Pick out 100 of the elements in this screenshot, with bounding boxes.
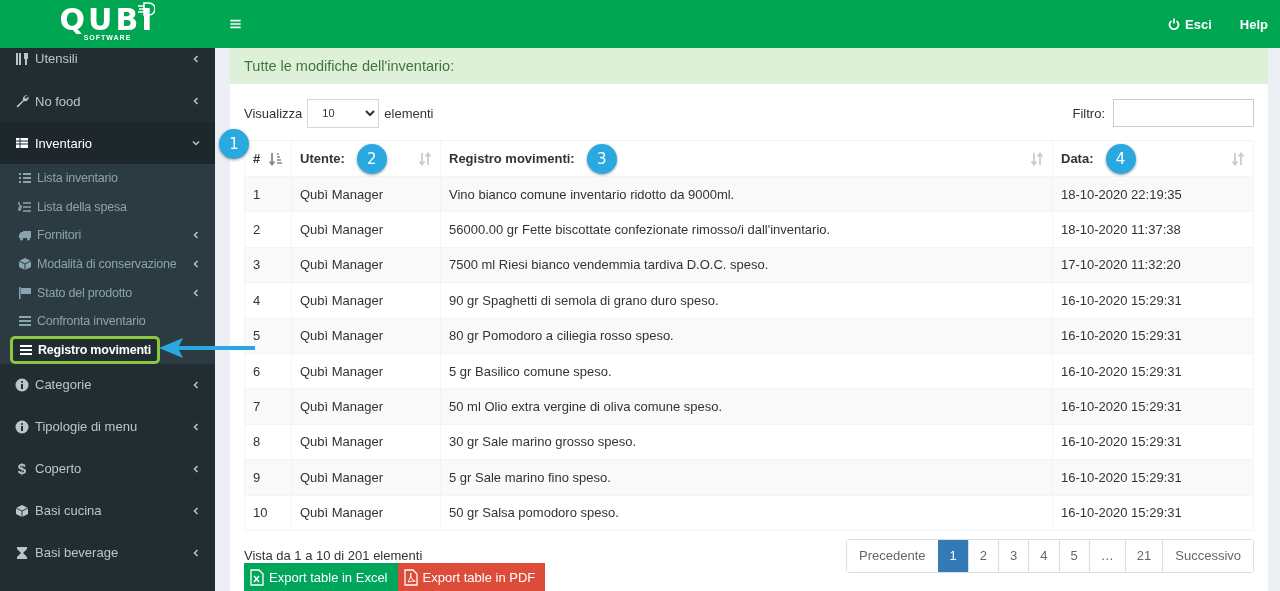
filter-label: Filtro: (1072, 105, 1105, 121)
page-link[interactable]: 1 (937, 539, 968, 572)
table-cell: Qubì Manager (291, 282, 441, 319)
sidebar-item[interactable]: Inventario (0, 122, 215, 164)
table-cell: Qubì Manager (291, 353, 441, 389)
panel-title: Tutte le modifiche dell'inventario: (230, 48, 1268, 84)
table-cell: 16-10-2020 15:29:31 (1052, 353, 1254, 389)
table-cell: 6 (244, 353, 292, 389)
callout-badge: 2 (356, 143, 387, 174)
sidebar-item[interactable]: Basi cucina (0, 489, 215, 532)
page-size-select[interactable]: 10 (307, 98, 380, 128)
submenu-item[interactable]: Stato del prodotto (0, 278, 215, 307)
table-cell: 18-10-2020 11:37:38 (1052, 211, 1254, 248)
caret-icon (192, 380, 200, 389)
table-cell: Qubì Manager (291, 176, 441, 212)
callout-badge: 4 (1105, 143, 1136, 174)
submenu-item[interactable]: Registro movimenti (10, 335, 161, 364)
length-label: elementi (384, 105, 434, 121)
table-cell: 9 (244, 459, 292, 495)
table-cell: 4 (244, 282, 292, 319)
caret-icon (192, 139, 200, 147)
table-cell: 90 gr Spaghetti di semola di grano duro speso. (440, 282, 1053, 319)
table-cell: 80 gr Pomodoro a ciliegia rosso speso. (440, 318, 1053, 354)
caret-icon (192, 231, 200, 240)
table-cell: Qubì Manager (291, 424, 441, 460)
column-header[interactable]: # (244, 140, 292, 177)
table-cell: 2 (244, 211, 292, 248)
menu-icon (18, 314, 32, 329)
caret-icon (192, 464, 200, 473)
table-cell: 5 gr Basilico comune speso. (440, 353, 1053, 389)
numbered-list-icon (18, 199, 32, 214)
table-cell: 5 gr Sale marino fino speso. (440, 459, 1053, 495)
table-cell: 16-10-2020 15:29:31 (1052, 318, 1254, 354)
column-header[interactable]: Registro movimenti: 3 (440, 140, 1053, 177)
dollar-icon: $ (15, 460, 29, 478)
export-pdf-button[interactable]: Export table in PDF (397, 562, 546, 591)
table-cell: 16-10-2020 15:29:31 (1052, 282, 1254, 319)
table-cell: 8 (244, 424, 292, 460)
caret-icon (192, 422, 200, 431)
cube-icon (15, 503, 29, 518)
sidebar-item[interactable]: No food (0, 80, 215, 122)
help-link[interactable]: Help (1225, 0, 1268, 48)
length-label: Visualizza (244, 105, 303, 121)
table-info: Vista da 1 a 10 di 201 elementi (244, 546, 424, 563)
submenu-item[interactable]: Fornitori (0, 221, 215, 250)
table-cell: Qubì Manager (291, 211, 441, 248)
table-cell: 17-10-2020 11:32:20 (1052, 247, 1254, 283)
menu-toggle[interactable] (229, 18, 242, 30)
menu-icon (229, 18, 242, 30)
table-icon (15, 136, 29, 150)
table-cell: 16-10-2020 15:29:31 (1052, 388, 1254, 425)
sidebar-item[interactable]: Tipologie di menu (0, 405, 215, 448)
table-cell: 50 gr Salsa pomodoro speso. (440, 495, 1053, 531)
table-cell: Vino bianco comune inventario ridotto da 9000ml. (440, 176, 1053, 212)
table-cell: 1 (244, 176, 292, 212)
table-cell: 7500 ml Riesi bianco vendemmia tardiva D.O.C. speso. (440, 247, 1053, 283)
sidebar-item[interactable]: $ Coperto (0, 447, 215, 490)
sidebar-item[interactable]: Basi beverage (0, 531, 215, 574)
table-cell: 50 ml Olio extra vergine di oliva comune speso. (440, 388, 1053, 425)
menu-icon (19, 342, 33, 357)
column-header[interactable]: Data: 4 (1052, 140, 1254, 177)
info-icon (15, 377, 29, 392)
export-excel-button[interactable]: Export table in Excel (244, 562, 398, 591)
pagination-link[interactable]: Successivo (1162, 539, 1253, 572)
truck-icon (18, 228, 32, 243)
table-cell: Qubì Manager (291, 318, 441, 354)
caret-icon (192, 288, 200, 297)
pdf-file-icon (403, 568, 418, 586)
submenu-item[interactable]: Confronta inventario (0, 306, 215, 336)
table-cell: 16-10-2020 15:29:31 (1052, 459, 1254, 495)
caret-icon (192, 97, 200, 105)
cube-icon (18, 257, 32, 272)
caret-icon (192, 260, 200, 269)
table-cell: 3 (244, 247, 292, 283)
utensils-icon (15, 51, 29, 66)
caret-icon (192, 548, 200, 557)
table-cell: 18-10-2020 22:19:35 (1052, 176, 1254, 212)
list-icon (18, 171, 32, 186)
callout-badge: 1 (219, 129, 249, 159)
submenu-item[interactable]: Modalità di conservazione (0, 249, 215, 279)
column-header[interactable]: Utente: 2 (291, 140, 441, 177)
caret-icon (192, 54, 200, 63)
hourglass-icon (15, 545, 29, 560)
wrench-icon (15, 94, 29, 108)
table-cell: Qubì Manager (291, 459, 441, 495)
table-cell: Qubì Manager (291, 495, 441, 531)
table-cell: 16-10-2020 15:29:31 (1052, 424, 1254, 460)
sidebar-item[interactable]: Utensili (0, 48, 215, 80)
table-cell: 16-10-2020 15:29:31 (1052, 495, 1254, 531)
spreadsheet-file-icon (250, 568, 264, 586)
flag-icon (18, 285, 32, 300)
logout-link[interactable]: Esci (1154, 0, 1226, 48)
table-cell: Qubì Manager (291, 247, 441, 283)
table-cell: 30 gr Sale marino grosso speso. (440, 424, 1053, 460)
filter-field[interactable] (1113, 99, 1254, 127)
submenu-item[interactable]: Lista inventario (0, 164, 215, 193)
sidebar-item[interactable]: Categorie (0, 363, 215, 406)
submenu-item[interactable]: Lista della spesa (0, 192, 215, 222)
callout-badge: 3 (586, 143, 617, 174)
table-cell: 5 (244, 318, 292, 354)
